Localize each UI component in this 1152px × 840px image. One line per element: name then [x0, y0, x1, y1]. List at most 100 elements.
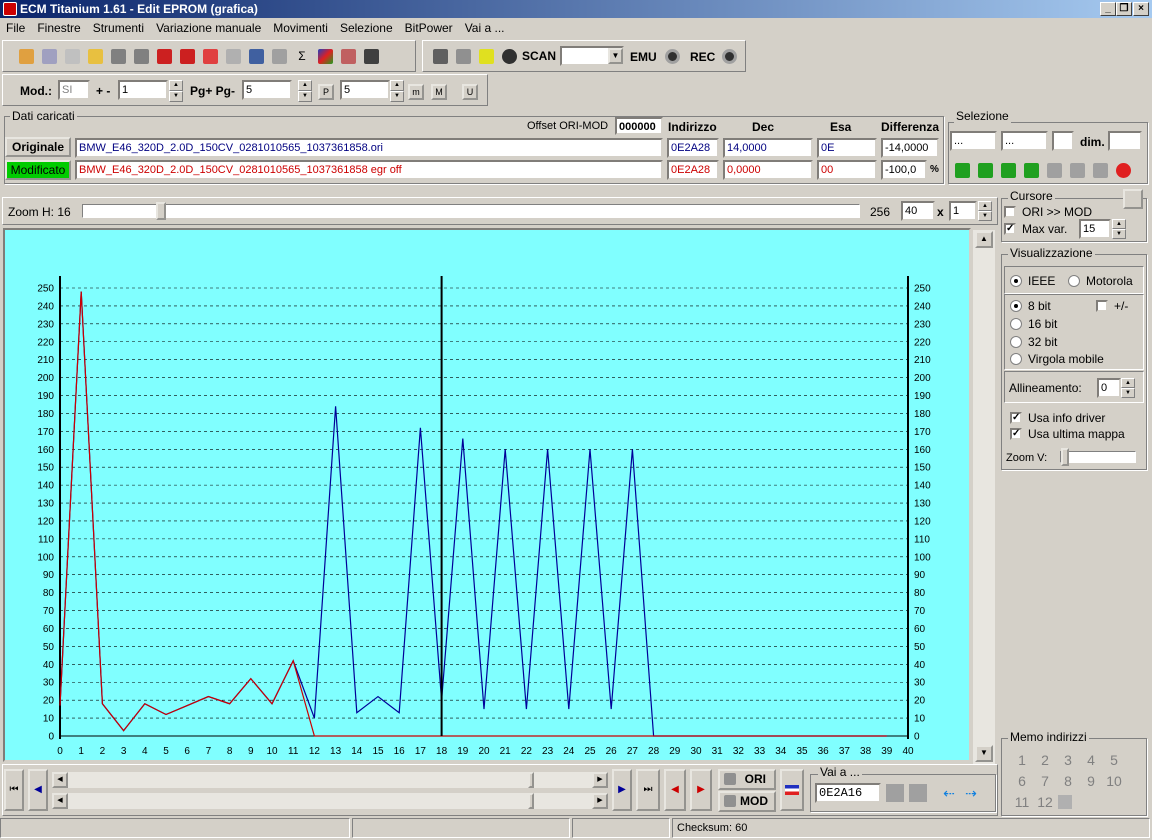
modificato-esa-field[interactable]: 00 — [817, 160, 877, 180]
ieee-radio[interactable] — [1010, 275, 1022, 287]
battery-icon[interactable] — [246, 46, 266, 66]
zero-icon[interactable] — [200, 46, 220, 66]
shapes-icon[interactable] — [315, 46, 335, 66]
originale-indirizzo-field[interactable]: 0E2A28 — [667, 138, 719, 158]
emu-button[interactable] — [665, 49, 680, 64]
allineamento-field[interactable]: 0 — [1097, 378, 1121, 398]
windows-icon[interactable] — [39, 46, 59, 66]
memo-9[interactable]: 9 — [1081, 772, 1101, 790]
step-field[interactable]: 1 — [118, 80, 168, 100]
save-icon[interactable] — [108, 46, 128, 66]
rec-button[interactable] — [722, 49, 737, 64]
menu-selezione[interactable]: Selezione — [334, 21, 399, 35]
mod-scroll-right[interactable]: ▶ — [592, 793, 608, 809]
offset-field[interactable]: 000000 — [615, 117, 663, 135]
page-spinner[interactable]: ▲ ▼ — [298, 80, 312, 102]
record-dot-icon[interactable] — [499, 46, 519, 66]
home-icon[interactable] — [16, 46, 36, 66]
memo-4[interactable]: 4 — [1081, 751, 1101, 769]
memo-5[interactable]: 5 — [1104, 751, 1124, 769]
menu-file[interactable]: File — [0, 21, 31, 35]
page-field[interactable]: 5 — [242, 80, 292, 100]
select-start-icon[interactable] — [952, 160, 972, 180]
zoom-mult-field[interactable]: 1 — [949, 201, 977, 221]
usa-info-checkbox[interactable]: ✓ — [1010, 412, 1022, 424]
m-big-button[interactable]: M — [431, 84, 447, 100]
selezione-extra-field[interactable] — [1052, 131, 1074, 151]
text-icon[interactable] — [430, 46, 450, 66]
originale-differenza-field[interactable]: -14,0000 — [881, 138, 939, 158]
menu-finestre[interactable]: Finestre — [31, 21, 86, 35]
eprom-chart[interactable]: 0 010 1020 2030 3040 4050 5060 6070 7080 8090 9010… — [5, 230, 969, 760]
bit32-radio[interactable] — [1010, 336, 1022, 348]
menu-variazione-manuale[interactable]: Variazione manuale — [150, 21, 267, 35]
zoom-value-field[interactable]: 40 — [901, 201, 935, 221]
mod-scroll-left[interactable]: ◀ — [52, 793, 68, 809]
memo-1[interactable]: 1 — [1012, 751, 1032, 769]
close-button[interactable]: × — [1133, 2, 1149, 16]
align-left-icon[interactable] — [886, 784, 904, 802]
memo-10[interactable]: 10 — [1104, 772, 1124, 790]
max-var-spinner[interactable]: ▲ ▼ — [1112, 219, 1126, 239]
pointer-icon[interactable] — [269, 46, 289, 66]
lock-cursor-icon[interactable] — [1123, 189, 1143, 209]
memo-6[interactable]: 6 — [1012, 772, 1032, 790]
motorola-radio[interactable] — [1068, 275, 1080, 287]
calculator-icon[interactable] — [177, 46, 197, 66]
zoom-h-thumb[interactable] — [156, 202, 166, 220]
zoom-mult-spinner[interactable]: ▲ ▼ — [978, 201, 992, 221]
select-mid-icon[interactable] — [998, 160, 1018, 180]
minimize-button[interactable]: _ — [1100, 2, 1116, 16]
memo-7[interactable]: 7 — [1035, 772, 1055, 790]
p-spinner[interactable]: ▲ ▼ — [390, 80, 404, 102]
vai-a-field[interactable]: 0E2A16 — [815, 783, 881, 803]
modificato-dec-field[interactable]: 0,0000 — [723, 160, 813, 180]
lock-icon[interactable] — [453, 46, 473, 66]
flag-icon[interactable] — [780, 769, 804, 811]
memo-11[interactable]: 11 — [1012, 793, 1032, 811]
selezione-start-field[interactable]: ... — [950, 131, 997, 151]
last-page-button[interactable]: ⏭ — [636, 769, 660, 811]
originale-esa-field[interactable]: 0E — [817, 138, 877, 158]
ori-scroll-thumb[interactable] — [528, 772, 534, 788]
zoom-v-thumb[interactable] — [1061, 448, 1069, 466]
binoculars-icon[interactable] — [361, 46, 381, 66]
u-button[interactable]: U — [462, 84, 478, 100]
save-as-icon[interactable] — [131, 46, 151, 66]
selezione-end-field[interactable]: ... — [1001, 131, 1048, 151]
zoom-h-slider[interactable] — [82, 204, 860, 218]
p-button[interactable]: P — [318, 84, 334, 100]
chevron-down-icon[interactable]: ▼ — [608, 48, 623, 64]
restore-button[interactable]: ❐ — [1116, 2, 1132, 16]
menu-movimenti[interactable]: Movimenti — [267, 21, 334, 35]
ori-hscrollbar[interactable] — [52, 772, 608, 788]
runner-icon[interactable] — [476, 46, 496, 66]
bit8-radio[interactable] — [1010, 300, 1022, 312]
m-small-button[interactable]: m — [408, 84, 424, 100]
step-spinner[interactable]: ▲ ▼ — [169, 80, 183, 102]
ori-scroll-left[interactable]: ◀ — [52, 772, 68, 788]
check-icon[interactable] — [154, 46, 174, 66]
dim-field[interactable] — [1108, 131, 1142, 151]
paste-special-icon[interactable] — [1090, 160, 1110, 180]
memo-12[interactable]: 12 — [1035, 793, 1055, 811]
prev-page-button[interactable]: ◀ — [28, 769, 48, 811]
memo-2[interactable]: 2 — [1035, 751, 1055, 769]
prev-diff-button[interactable]: ◀ — [664, 769, 686, 811]
first-page-button[interactable]: ⏮ — [4, 769, 24, 811]
select-cross-icon[interactable] — [975, 160, 995, 180]
sum-icon[interactable]: Σ — [292, 46, 312, 66]
menu-vai-a[interactable]: Vai a ... — [459, 21, 511, 35]
undo-icon[interactable] — [1113, 160, 1133, 180]
graph-icon[interactable] — [338, 46, 358, 66]
ori-scroll-right[interactable]: ▶ — [592, 772, 608, 788]
memo-save-icon[interactable] — [1058, 795, 1072, 809]
scroll-up-button[interactable]: ▲ — [975, 231, 993, 248]
ori-to-mod-arrow-icon[interactable]: ⇢ — [962, 784, 980, 802]
open-folder-icon[interactable] — [85, 46, 105, 66]
signed-checkbox[interactable] — [1096, 300, 1108, 312]
max-var-checkbox[interactable]: ✓ — [1004, 223, 1016, 235]
graph-vscrollbar[interactable] — [973, 230, 995, 764]
copy-icon[interactable] — [62, 46, 82, 66]
bit16-radio[interactable] — [1010, 318, 1022, 330]
